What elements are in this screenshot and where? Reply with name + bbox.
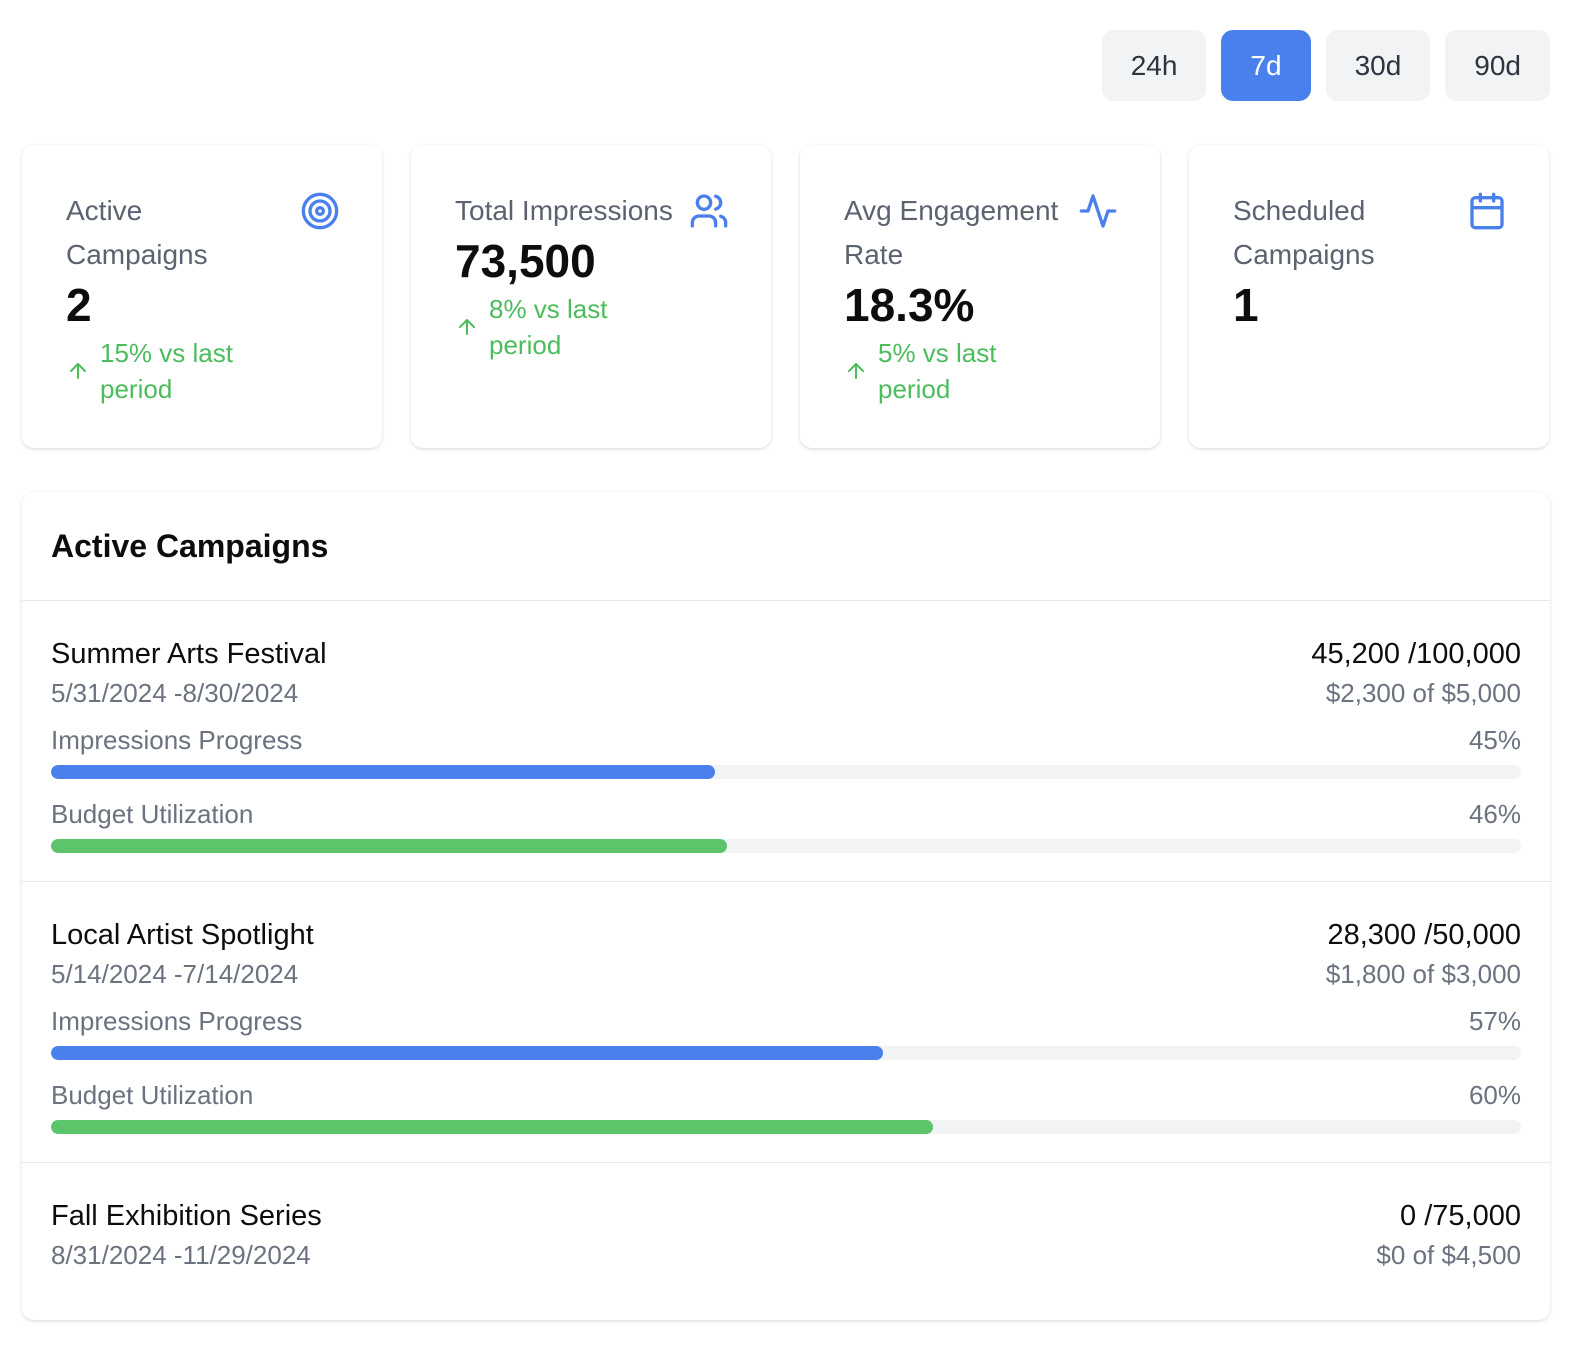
- activity-icon: [1078, 191, 1118, 231]
- campaign-budget: $0 of $4,500: [1376, 1240, 1521, 1270]
- campaign-item[interactable]: Summer Arts Festival 5/31/2024 -8/30/202…: [22, 601, 1550, 882]
- stat-delta-text: 8% vs last period: [489, 294, 608, 360]
- stat-label: Scheduled Campaigns: [1233, 195, 1375, 270]
- campaign-budget: $1,800 of $3,000: [1325, 959, 1521, 989]
- budget-utilization-percent: 60%: [1468, 1080, 1521, 1110]
- stat-delta: 15% vs last period: [66, 335, 338, 407]
- arrow-up-icon: [459, 319, 475, 335]
- range-24h-button[interactable]: 24h: [1101, 30, 1207, 101]
- stat-delta-text: 15% vs last period: [100, 338, 233, 404]
- campaign-item[interactable]: Fall Exhibition Series 8/31/2024 -11/29/…: [22, 1163, 1550, 1275]
- budget-utilization-label: Budget Utilization: [51, 799, 254, 829]
- stat-card-active-campaigns: Active Campaigns 2 15% vs last period: [22, 145, 382, 448]
- calendar-icon: [1467, 191, 1507, 231]
- stat-value: 2: [66, 279, 92, 331]
- budget-utilization-label: Budget Utilization: [51, 1080, 254, 1110]
- budget-utilization-fill: [51, 1120, 933, 1134]
- budget-utilization-bar: [51, 839, 1521, 853]
- impressions-progress-bar: [51, 765, 1521, 779]
- campaign-name: Local Artist Spotlight: [51, 919, 314, 951]
- stat-delta: 5% vs last period: [844, 335, 1116, 407]
- panel-title: Active Campaigns: [22, 492, 1550, 601]
- campaign-dates: 5/31/2024 -8/30/2024: [51, 678, 299, 708]
- budget-utilization-percent: 46%: [1468, 799, 1521, 829]
- range-7d-button[interactable]: 7d: [1221, 30, 1311, 101]
- impressions-progress-bar: [51, 1046, 1521, 1060]
- stat-card-total-impressions: Total Impressions 73,500 8% vs last peri…: [411, 145, 771, 448]
- stat-card-avg-engagement: Avg Engagement Rate 18.3% 5% vs last per…: [800, 145, 1160, 448]
- users-icon: [689, 191, 729, 231]
- campaign-dates: 8/31/2024 -11/29/2024: [51, 1240, 311, 1270]
- time-range-selector: 24h 7d 30d 90d: [1101, 30, 1550, 101]
- stats-row: Active Campaigns 2 15% vs last period To…: [22, 145, 1549, 448]
- stat-label: Active Campaigns: [66, 195, 208, 270]
- stat-delta: 8% vs last period: [455, 291, 727, 363]
- impressions-progress-fill: [51, 1046, 884, 1060]
- impressions-progress-percent: 45%: [1468, 725, 1521, 755]
- target-icon: [300, 191, 340, 231]
- campaign-dates: 5/14/2024 -7/14/2024: [51, 959, 299, 989]
- impressions-progress-percent: 57%: [1468, 1006, 1521, 1036]
- active-campaigns-panel: Active Campaigns Summer Arts Festival 5/…: [22, 492, 1550, 1320]
- range-30d-button[interactable]: 30d: [1325, 30, 1431, 101]
- campaign-item[interactable]: Local Artist Spotlight 5/14/2024 -7/14/2…: [22, 882, 1550, 1163]
- impressions-progress-fill: [51, 765, 716, 779]
- stat-value: 73,500: [455, 235, 596, 287]
- arrow-up-icon: [848, 363, 864, 379]
- stat-card-scheduled-campaigns: Scheduled Campaigns 1: [1189, 145, 1549, 448]
- campaign-name: Fall Exhibition Series: [51, 1200, 322, 1232]
- budget-utilization-fill: [51, 839, 728, 853]
- campaign-impressions: 28,300 /50,000: [1327, 919, 1521, 951]
- impressions-progress-label: Impressions Progress: [51, 1006, 303, 1036]
- stat-label: Total Impressions: [455, 195, 673, 226]
- budget-utilization-bar: [51, 1120, 1521, 1134]
- campaign-name: Summer Arts Festival: [51, 638, 327, 670]
- campaign-impressions: 45,200 /100,000: [1311, 638, 1521, 670]
- campaign-impressions: 0 /75,000: [1400, 1200, 1521, 1232]
- campaign-budget: $2,300 of $5,000: [1325, 678, 1521, 708]
- arrow-up-icon: [70, 363, 86, 379]
- stat-value: 18.3%: [844, 279, 975, 331]
- stat-delta-text: 5% vs last period: [878, 338, 997, 404]
- stat-value: 1: [1233, 279, 1259, 331]
- impressions-progress-label: Impressions Progress: [51, 725, 303, 755]
- stat-label: Avg Engagement Rate: [844, 195, 1059, 270]
- range-90d-button[interactable]: 90d: [1445, 30, 1550, 101]
